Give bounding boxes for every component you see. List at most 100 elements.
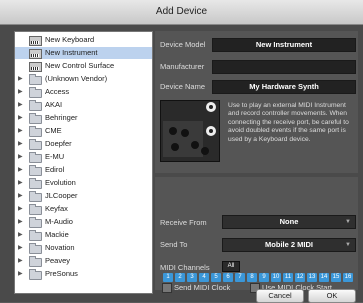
device-name-field[interactable]: My Hardware Synth [212, 80, 356, 94]
device-list-item[interactable]: New Instrument [15, 47, 152, 59]
midi-channel-button[interactable]: 2 [175, 273, 185, 282]
window-title: Add Device [0, 0, 363, 25]
device-list-item[interactable]: ▶ Keyfax [15, 203, 152, 215]
receive-from-label: Receive From [160, 218, 207, 227]
device-image [160, 100, 220, 162]
control-surface-icon [29, 62, 42, 72]
device-list-item-label: New Keyboard [45, 35, 95, 44]
device-list-item-label: Keyfax [45, 204, 68, 213]
midi-channel-button[interactable]: 11 [283, 273, 293, 282]
send-to-value: Mobile 2 MIDI [265, 240, 313, 249]
add-device-dialog: Add Device New Keyboard New Instrument New… [0, 0, 363, 303]
all-channels-button[interactable]: All [222, 261, 240, 272]
device-list-item[interactable]: New Keyboard [15, 34, 152, 46]
device-list-item[interactable]: ▶ Novation [15, 242, 152, 254]
expand-arrow-icon[interactable]: ▶ [18, 268, 24, 280]
device-description: Use to play an external MIDI Instrument … [228, 102, 349, 143]
device-list-item[interactable]: ▶ Evolution [15, 177, 152, 189]
device-list-item-label: New Control Surface [45, 61, 115, 70]
device-list-item[interactable]: ▶ AKAI [15, 99, 152, 111]
midi-channel-button[interactable]: 10 [271, 273, 281, 282]
device-list-item[interactable]: ▶ Behringer [15, 112, 152, 124]
expand-arrow-icon[interactable]: ▶ [18, 164, 24, 176]
expand-arrow-icon[interactable]: ▶ [18, 255, 24, 267]
device-name-label: Device Name [160, 82, 206, 91]
expand-arrow-icon[interactable]: ▶ [18, 86, 24, 98]
midi-channel-button[interactable]: 5 [211, 273, 221, 282]
device-list-item[interactable]: ▶ M-Audio [15, 216, 152, 228]
midi-channel-button[interactable]: 7 [235, 273, 245, 282]
expand-arrow-icon[interactable]: ▶ [18, 203, 24, 215]
midi-channel-button[interactable]: 3 [187, 273, 197, 282]
expand-arrow-icon[interactable]: ▶ [18, 151, 24, 163]
midi-channel-button[interactable]: 16 [343, 273, 353, 282]
midi-channel-button[interactable]: 13 [307, 273, 317, 282]
device-list-item-label: New Instrument [45, 48, 98, 57]
folder-icon [29, 139, 42, 150]
device-list-item[interactable]: ▶ Peavey [15, 255, 152, 267]
ok-button[interactable]: OK [308, 289, 356, 303]
expand-arrow-icon[interactable]: ▶ [18, 242, 24, 254]
device-list-item[interactable]: ▶ PreSonus [15, 268, 152, 280]
device-model-label: Device Model [160, 40, 206, 49]
expand-arrow-icon[interactable]: ▶ [18, 190, 24, 202]
device-list-item[interactable]: ▶ E-MU [15, 151, 152, 163]
midi-channel-button[interactable]: 15 [331, 273, 341, 282]
expand-arrow-icon[interactable]: ▶ [18, 112, 24, 124]
device-list-item-label: (Unknown Vendor) [45, 74, 108, 83]
device-list-item-label: Doepfer [45, 139, 72, 148]
device-list-item-label: E-MU [45, 152, 65, 161]
expand-arrow-icon[interactable]: ▶ [18, 229, 24, 241]
midi-channel-button[interactable]: 8 [247, 273, 257, 282]
device-model-field[interactable]: New Instrument [212, 38, 356, 52]
folder-icon [29, 178, 42, 189]
receive-from-value: None [279, 217, 299, 226]
device-list-item[interactable]: ▶ Mackie [15, 229, 152, 241]
expand-arrow-icon[interactable]: ▶ [18, 125, 24, 137]
midi-channel-button[interactable]: 9 [259, 273, 269, 282]
device-list-item-label: Evolution [45, 178, 76, 187]
folder-icon [29, 243, 42, 254]
midi-channel-button[interactable]: 1 [163, 273, 173, 282]
device-list-item[interactable]: New Control Surface [15, 60, 152, 72]
folder-icon [29, 217, 42, 228]
folder-icon [29, 204, 42, 215]
device-list-item[interactable]: ▶ Access [15, 86, 152, 98]
manufacturer-field[interactable] [212, 60, 356, 74]
device-list-item-label: Behringer [45, 113, 78, 122]
device-list-item-label: Novation [45, 243, 75, 252]
send-to-dropdown[interactable]: Mobile 2 MIDI ▼ [222, 238, 356, 252]
device-list-item[interactable]: ▶ CME [15, 125, 152, 137]
send-midi-clock-label: Send MIDI Clock [174, 283, 231, 292]
midi-channel-button[interactable]: 12 [295, 273, 305, 282]
folder-icon [29, 191, 42, 202]
manufacturer-label: Manufacturer [160, 62, 205, 71]
device-list-item[interactable]: ▶ Doepfer [15, 138, 152, 150]
expand-arrow-icon[interactable]: ▶ [18, 73, 24, 85]
device-list-item-label: M-Audio [45, 217, 73, 226]
device-list[interactable]: New Keyboard New Instrument New Control Su… [14, 31, 153, 294]
midi-channel-button[interactable]: 6 [223, 273, 233, 282]
expand-arrow-icon[interactable]: ▶ [18, 99, 24, 111]
device-list-item-label: Peavey [45, 256, 71, 265]
device-list-item[interactable]: ▶ JLCooper [15, 190, 152, 202]
receive-from-dropdown[interactable]: None ▼ [222, 215, 356, 229]
device-list-item[interactable]: ▶ (Unknown Vendor) [15, 73, 152, 85]
expand-arrow-icon[interactable]: ▶ [18, 138, 24, 150]
expand-arrow-icon[interactable]: ▶ [18, 216, 24, 228]
send-to-label: Send To [160, 240, 188, 249]
chevron-down-icon: ▼ [345, 242, 351, 248]
device-list-item[interactable]: ▶ Edirol [15, 164, 152, 176]
send-midi-clock-checkbox[interactable] [162, 283, 172, 293]
device-list-item-label: Access [45, 87, 70, 96]
midi-channel-button[interactable]: 4 [199, 273, 209, 282]
folder-icon [29, 165, 42, 176]
keyboard-icon [29, 49, 42, 59]
keyboard-icon [29, 36, 42, 46]
folder-icon [29, 269, 42, 280]
folder-icon [29, 126, 42, 137]
expand-arrow-icon[interactable]: ▶ [18, 177, 24, 189]
midi-channel-button[interactable]: 14 [319, 273, 329, 282]
device-list-item-label: Mackie [45, 230, 69, 239]
cancel-button[interactable]: Cancel [256, 289, 304, 303]
